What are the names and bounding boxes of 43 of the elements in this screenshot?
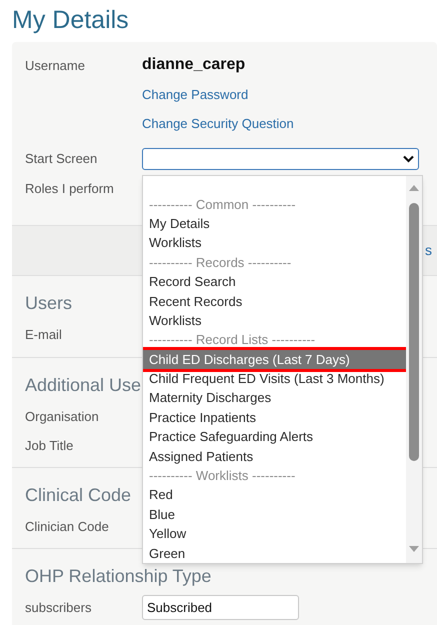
field-label: Job Title <box>25 436 74 455</box>
scroll-down-icon[interactable] <box>409 546 419 552</box>
scrollbar[interactable] <box>406 176 422 563</box>
scrollbar-thumb[interactable] <box>409 203 419 461</box>
dropdown-option[interactable]: Assigned Patients <box>143 446 406 466</box>
field-label: E-mail <box>25 326 63 344</box>
field-label: subscribers <box>25 598 92 617</box>
field-label: Clinician Code <box>25 518 110 536</box>
dropdown-option[interactable]: Red <box>143 485 406 505</box>
text-link[interactable]: s <box>425 240 432 261</box>
dropdown-group-header: ---------- Record Lists ---------- <box>148 331 316 350</box>
input-field[interactable]: Subscribed <box>142 595 299 620</box>
dropdown-option[interactable]: Blue <box>143 504 406 524</box>
start-screen-select[interactable] <box>142 148 419 170</box>
text-link[interactable]: Change Security Question <box>142 114 294 134</box>
field-label: Roles I perform <box>24 180 115 198</box>
dropdown-option[interactable]: Practice Inpatients <box>143 408 406 428</box>
dropdown-option[interactable]: My Details <box>143 214 406 234</box>
dropdown-option[interactable]: Practice Safeguarding Alerts <box>143 427 406 447</box>
field-label: Username <box>24 57 86 75</box>
dropdown-option[interactable]: Yellow <box>143 524 406 544</box>
dropdown-group-header: ---------- Worklists ---------- <box>148 467 296 486</box>
scroll-up-icon[interactable] <box>409 185 419 191</box>
field-label: Organisation <box>25 408 100 426</box>
section-heading: Users <box>25 292 72 315</box>
dropdown-group-header: ---------- Common ---------- <box>148 196 297 214</box>
dropdown-option[interactable]: Child ED Discharges (Last 7 Days) <box>143 350 406 370</box>
dropdown-option[interactable]: Green <box>143 544 406 563</box>
text-link[interactable]: Change Password <box>142 85 248 104</box>
dropdown-option[interactable]: Worklists <box>143 310 406 330</box>
dropdown-option[interactable]: Record Search <box>143 272 406 292</box>
dropdown-group-header: ---------- Records ---------- <box>148 254 292 272</box>
dropdown-option[interactable]: Recent Records <box>143 292 406 311</box>
dropdown-option[interactable]: Maternity Discharges <box>143 388 406 408</box>
chevron-down-icon <box>403 155 414 163</box>
section-heading: Additional Use <box>25 374 142 397</box>
section-heading: Clinical Code <box>25 484 132 507</box>
dropdown-option[interactable]: Worklists <box>143 233 406 253</box>
section-heading: OHP Relationship Type <box>25 565 212 588</box>
username-value: dianne_carep <box>142 55 246 75</box>
dropdown-option[interactable]: Child Frequent ED Visits (Last 3 Months) <box>143 369 406 388</box>
field-label: Start Screen <box>24 150 98 168</box>
page-title: My Details <box>12 5 129 36</box>
